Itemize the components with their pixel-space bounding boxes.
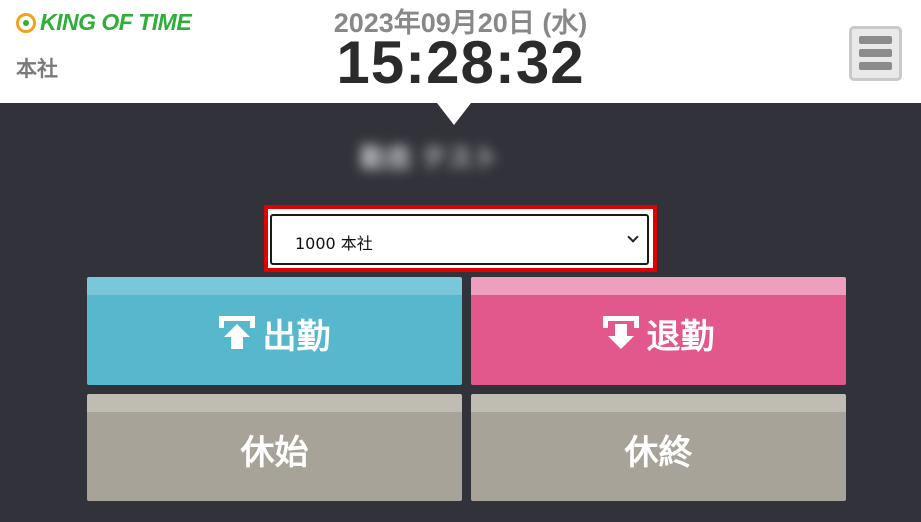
break-end-button[interactable]: 休終 [471, 394, 846, 501]
menu-button[interactable] [849, 26, 902, 81]
break-start-button[interactable]: 休始 [87, 394, 462, 501]
break-start-label: 休始 [240, 433, 309, 473]
user-name: 勤怠 テスト [360, 144, 500, 174]
clock-out-button[interactable]: 退勤 [471, 277, 846, 385]
chevron-down-icon [627, 231, 639, 243]
clock-in-button[interactable]: 出勤 [87, 277, 462, 385]
header-pointer [437, 103, 471, 125]
clock-out-label: 退勤 [646, 316, 715, 357]
break-end-label: 休終 [624, 433, 693, 473]
arrow-up-icon [218, 316, 255, 350]
clock-in-label: 出勤 [262, 316, 331, 357]
office-select-value: 1000 本社 [295, 234, 373, 253]
current-time: 15:28:32 [336, 29, 585, 96]
office-select[interactable]: 1000 本社 [270, 214, 649, 265]
arrow-down-icon [602, 316, 639, 350]
header: KING OF TIME 本社 2023年09月20日 (水) 15:28:32 [0, 0, 921, 103]
